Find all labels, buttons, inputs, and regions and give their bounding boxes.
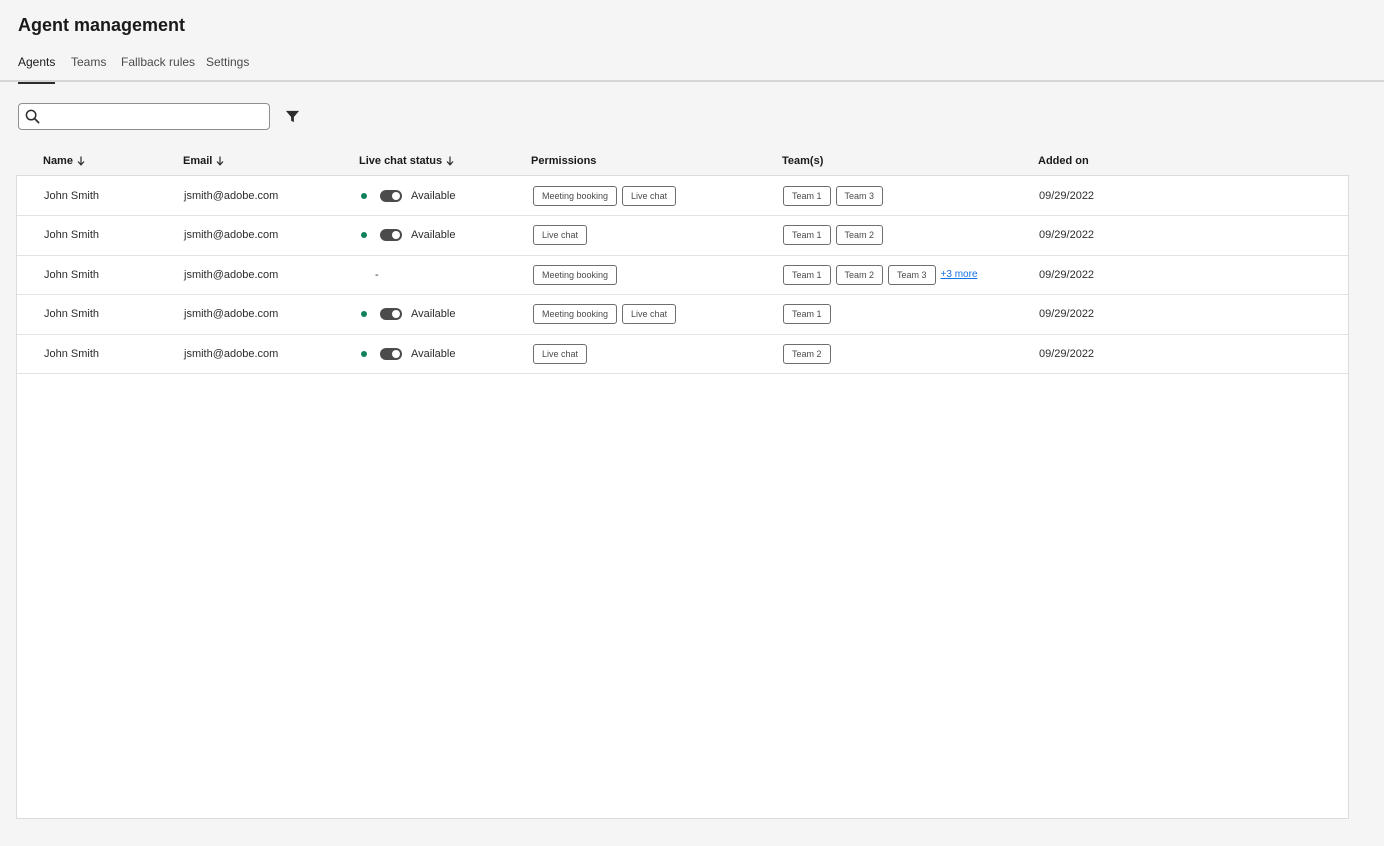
team-tag: Team 2 xyxy=(835,225,884,245)
table-row[interactable]: John Smith jsmith@adobe.com Available Meeti… xyxy=(17,176,1348,216)
permission-tag: Meeting booking xyxy=(533,304,618,324)
sort-arrow-down-icon[interactable] xyxy=(77,156,85,166)
added-on-date: 09/29/2022 xyxy=(1039,308,1095,320)
team-tag: Team 3 xyxy=(835,185,884,206)
live-chat-status: Available xyxy=(361,295,455,334)
column-header-name-label: Name xyxy=(43,155,73,167)
permissions-list: Meeting booking Live chat xyxy=(533,295,681,334)
more-teams-link[interactable]: +3 more xyxy=(941,269,978,280)
column-header-email-label: Email xyxy=(183,155,213,167)
toggle-knob xyxy=(392,349,400,358)
agent-name: John Smith xyxy=(44,347,100,360)
teams-list: Team 1 Team 2 Team 3 +3 more xyxy=(783,255,978,294)
team-tag: Team 1 xyxy=(783,304,831,324)
permission-tag: Live chat xyxy=(533,343,588,364)
live-chat-toggle[interactable] xyxy=(380,308,402,320)
team-tag: Team 1 xyxy=(783,185,831,206)
tab-settings[interactable]: Settings xyxy=(206,55,249,82)
column-header-email[interactable]: Email xyxy=(183,155,224,167)
column-header-added-on: Added on xyxy=(1038,155,1089,167)
status-label: Available xyxy=(411,347,456,360)
status-dot-icon xyxy=(361,232,367,238)
status-dot-icon xyxy=(361,311,367,317)
table-row[interactable]: John Smith jsmith@adobe.com Available Live … xyxy=(17,216,1348,256)
added-on-date: 09/29/2022 xyxy=(1039,268,1095,281)
teams-list: Team 1 Team 3 xyxy=(783,176,888,215)
live-chat-status: Available xyxy=(361,334,455,373)
toggle-knob xyxy=(392,231,400,239)
agent-management-page: Agent management Agents Teams Fallback r… xyxy=(0,0,1384,846)
sort-arrow-down-icon[interactable] xyxy=(446,156,454,166)
column-header-live-chat-status[interactable]: Live chat status xyxy=(359,155,454,167)
live-chat-toggle[interactable] xyxy=(380,189,402,202)
search-input[interactable] xyxy=(46,106,264,127)
team-tag: Team 3 xyxy=(888,264,936,285)
teams-list: Team 1 Team 2 xyxy=(783,216,888,255)
added-on-date: 09/29/2022 xyxy=(1039,229,1095,241)
column-header-name[interactable]: Name xyxy=(43,155,85,167)
tab-teams[interactable]: Teams xyxy=(71,55,106,82)
column-header-status-label: Live chat status xyxy=(359,155,443,167)
table-row[interactable]: John Smith jsmith@adobe.com Available Meeti… xyxy=(17,295,1348,335)
live-chat-toggle[interactable] xyxy=(380,347,402,360)
team-tag: Team 1 xyxy=(783,225,831,245)
permission-tag: Live chat xyxy=(622,304,677,324)
permissions-list: Live chat xyxy=(533,334,592,373)
team-tag: Team 1 xyxy=(783,264,831,285)
agent-email: jsmith@adobe.com xyxy=(184,347,279,360)
tab-bar: Agents Teams Fallback rules Settings xyxy=(0,52,1384,84)
table-row[interactable]: John Smith jsmith@adobe.com - Meeting booki… xyxy=(17,255,1348,295)
teams-list: Team 1 xyxy=(783,295,836,334)
added-on-date: 09/29/2022 xyxy=(1039,347,1095,360)
agents-table: John Smith jsmith@adobe.com Available Meeti… xyxy=(16,175,1349,819)
agent-email: jsmith@adobe.com xyxy=(184,308,279,320)
permissions-list: Meeting booking Live chat xyxy=(533,176,681,215)
team-tag: Team 2 xyxy=(783,343,831,364)
teams-list: Team 2 xyxy=(783,334,836,373)
status-dot-icon xyxy=(361,350,367,357)
agent-email: jsmith@adobe.com xyxy=(184,229,279,241)
permission-tag: Live chat xyxy=(622,185,677,206)
toggle-knob xyxy=(392,310,400,318)
filter-icon[interactable] xyxy=(285,109,300,124)
tab-fallback-rules[interactable]: Fallback rules xyxy=(121,55,195,82)
status-label: Available xyxy=(411,229,456,241)
live-chat-toggle[interactable] xyxy=(380,229,402,241)
tab-agents[interactable]: Agents xyxy=(18,55,56,84)
live-chat-status: Available xyxy=(361,176,455,215)
agent-email: jsmith@adobe.com xyxy=(184,268,279,281)
status-label: Available xyxy=(411,189,456,202)
agent-name: John Smith xyxy=(44,189,100,202)
permission-tag: Live chat xyxy=(533,225,588,245)
search-field[interactable] xyxy=(18,103,270,130)
column-header-permissions: Permissions xyxy=(531,155,597,167)
page-title: Agent management xyxy=(18,15,186,35)
agent-name: John Smith xyxy=(44,268,100,281)
toggle-knob xyxy=(392,191,400,200)
team-tag: Team 2 xyxy=(835,264,884,285)
table-row[interactable]: John Smith jsmith@adobe.com Available Live … xyxy=(17,334,1348,374)
agent-email: jsmith@adobe.com xyxy=(184,189,279,202)
sort-arrow-down-icon[interactable] xyxy=(216,156,224,166)
agent-name: John Smith xyxy=(44,229,100,241)
column-header-teams: Team(s) xyxy=(782,155,824,167)
live-chat-status: Available xyxy=(361,216,455,255)
permission-tag: Meeting booking xyxy=(533,264,618,285)
added-on-date: 09/29/2022 xyxy=(1039,189,1095,202)
status-label: Available xyxy=(411,308,456,320)
status-dot-icon xyxy=(361,192,367,199)
permission-tag: Meeting booking xyxy=(533,185,618,206)
search-icon xyxy=(25,109,40,124)
live-chat-status: - xyxy=(361,255,379,294)
status-empty: - xyxy=(375,268,379,281)
permissions-list: Live chat xyxy=(533,216,592,255)
agent-name: John Smith xyxy=(44,308,100,320)
permissions-list: Meeting booking xyxy=(533,255,622,294)
